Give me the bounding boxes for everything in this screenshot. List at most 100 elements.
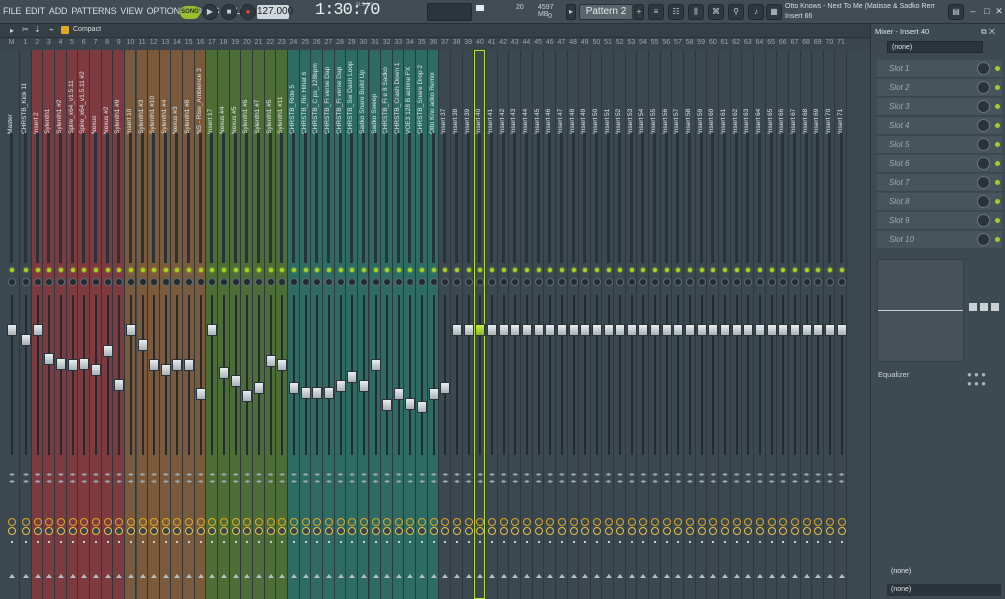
record-arm-dot[interactable]: [782, 541, 785, 543]
route-icon[interactable]: [266, 518, 275, 526]
stereo-separation-icon[interactable]: ◂▸ ◂▸: [302, 472, 310, 492]
eq-knobs[interactable]: ● ● ● ● ● ●: [967, 370, 986, 388]
slot-enable-led[interactable]: [995, 180, 1000, 185]
route-icon[interactable]: [173, 518, 182, 526]
mute-led[interactable]: [93, 268, 98, 272]
send-arrow-icon[interactable]: [162, 574, 169, 578]
send-arrow-icon[interactable]: [617, 574, 624, 578]
mute-led[interactable]: [385, 268, 390, 272]
stereo-separation-icon[interactable]: ◂▸ ◂▸: [709, 472, 717, 492]
mixer-strip[interactable]: Insert 68 ◂▸ ◂▸: [800, 50, 813, 599]
mute-led[interactable]: [792, 268, 797, 272]
record-arm-dot[interactable]: [584, 541, 587, 543]
volume-fader[interactable]: [393, 388, 404, 401]
slot-enable-led[interactable]: [995, 199, 1000, 204]
send-arrow-icon[interactable]: [640, 574, 647, 578]
mute-led[interactable]: [10, 268, 14, 272]
fx-enable-icon[interactable]: [476, 527, 485, 535]
stereo-separation-icon[interactable]: ◂▸ ◂▸: [441, 472, 449, 492]
mute-led[interactable]: [350, 268, 355, 272]
record-arm-dot[interactable]: [258, 541, 260, 543]
add-pattern-icon[interactable]: +: [634, 4, 644, 20]
stereo-separation-icon[interactable]: ◂▸ ◂▸: [360, 472, 368, 492]
effect-slot[interactable]: Slot 10: [877, 231, 1002, 249]
send-arrow-icon[interactable]: [698, 574, 705, 578]
mixer-strip[interactable]: Insert 54 ◂▸ ◂▸: [637, 50, 650, 599]
route-icon[interactable]: [324, 518, 333, 526]
send-arrow-icon[interactable]: [675, 574, 682, 578]
fx-enable-icon[interactable]: [674, 527, 683, 535]
mute-led[interactable]: [326, 268, 331, 272]
pan-knob[interactable]: [301, 278, 310, 286]
stereo-separation-icon[interactable]: ◂▸ ◂▸: [756, 472, 764, 492]
mixer-strip[interactable]: Insert 43 ◂▸ ◂▸: [509, 50, 521, 599]
arrow-right-icon[interactable]: ▸: [10, 26, 14, 35]
menu-view[interactable]: VIEW: [120, 6, 142, 16]
pattern-selector[interactable]: Pattern 2: [579, 4, 633, 20]
route-icon[interactable]: [208, 518, 217, 526]
record-arm-dot[interactable]: [386, 541, 389, 543]
volume-fader[interactable]: [277, 359, 288, 372]
fx-enable-icon[interactable]: [394, 527, 403, 535]
mixer-strip[interactable]: Insert 2 ◂▸ ◂▸: [31, 50, 44, 599]
mixer-strip[interactable]: Sylenth1 #6 ◂▸ ◂▸: [241, 50, 253, 599]
output-selector[interactable]: (none): [887, 566, 1001, 578]
record-arm-dot[interactable]: [770, 541, 773, 543]
mixer-strip[interactable]: Sylenth1 #4 ◂▸ ◂▸: [159, 50, 172, 599]
mute-led[interactable]: [606, 268, 611, 272]
stereo-separation-icon[interactable]: ◂▸ ◂▸: [139, 472, 147, 492]
pan-knob[interactable]: [441, 278, 450, 286]
send-arrow-icon[interactable]: [722, 574, 728, 578]
mixer-strip[interactable]: Sylenth1 #2 ◂▸ ◂▸: [54, 50, 67, 599]
pan-knob[interactable]: [686, 278, 695, 286]
record-arm-dot[interactable]: [456, 541, 459, 543]
mixer-strip[interactable]: Insert 45 ◂▸ ◂▸: [532, 50, 545, 599]
fx-enable-icon[interactable]: [196, 527, 205, 535]
mute-led[interactable]: [280, 268, 285, 272]
send-arrow-icon[interactable]: [395, 574, 402, 578]
send-arrow-icon[interactable]: [442, 574, 449, 578]
mixer-strip[interactable]: Insert 44 ◂▸ ◂▸: [520, 50, 533, 599]
stereo-separation-icon[interactable]: ◂▸ ◂▸: [150, 472, 158, 492]
slot-enable-led[interactable]: [995, 218, 1000, 223]
pan-knob[interactable]: [336, 278, 345, 286]
send-arrow-icon[interactable]: [430, 574, 437, 578]
mixer-strip[interactable]: Insert 48 ◂▸ ◂▸: [567, 50, 580, 599]
slot-mix-knob[interactable]: [977, 214, 990, 227]
route-icon[interactable]: [476, 518, 485, 526]
fx-enable-icon[interactable]: [569, 527, 578, 535]
mixer-strip[interactable]: Insert 46 ◂▸ ◂▸: [544, 50, 556, 599]
pan-knob[interactable]: [91, 278, 100, 286]
route-icon[interactable]: [639, 518, 648, 526]
send-arrow-icon[interactable]: [232, 574, 239, 578]
send-arrow-icon[interactable]: [9, 574, 15, 578]
send-arrow-icon[interactable]: [570, 574, 577, 578]
volume-fader[interactable]: [44, 353, 55, 365]
route-icon[interactable]: [534, 518, 543, 526]
fx-enable-icon[interactable]: [278, 527, 287, 535]
send-arrow-icon[interactable]: [454, 574, 461, 578]
stop-icon[interactable]: ■: [221, 4, 237, 20]
stereo-separation-icon[interactable]: ◂▸ ◂▸: [476, 472, 484, 492]
fx-enable-icon[interactable]: [33, 527, 42, 535]
route-icon[interactable]: [697, 518, 706, 526]
record-arm-dot[interactable]: [211, 541, 214, 543]
mixer-strip[interactable]: Sylenth1 #3 ◂▸ ◂▸: [136, 50, 149, 599]
maximize-icon[interactable]: □: [982, 6, 992, 16]
send-arrow-icon[interactable]: [104, 574, 111, 578]
record-arm-dot[interactable]: [549, 541, 552, 543]
send-arrow-icon[interactable]: [221, 574, 228, 578]
mute-led[interactable]: [641, 268, 646, 272]
record-arm-dot[interactable]: [118, 541, 121, 543]
effect-slot[interactable]: Slot 6: [877, 155, 1002, 173]
volume-fader[interactable]: [67, 359, 78, 372]
mute-led[interactable]: [804, 268, 809, 272]
pan-knob[interactable]: [8, 278, 16, 286]
mixer-strip[interactable]: Insert 49 ◂▸ ◂▸: [579, 50, 591, 599]
send-arrow-icon[interactable]: [826, 574, 833, 578]
send-arrow-icon[interactable]: [512, 574, 519, 578]
fx-enable-icon[interactable]: [464, 527, 473, 535]
mute-led[interactable]: [594, 268, 599, 272]
channel-rack-icon[interactable]: ☷: [668, 4, 684, 20]
route-icon[interactable]: [709, 518, 718, 526]
